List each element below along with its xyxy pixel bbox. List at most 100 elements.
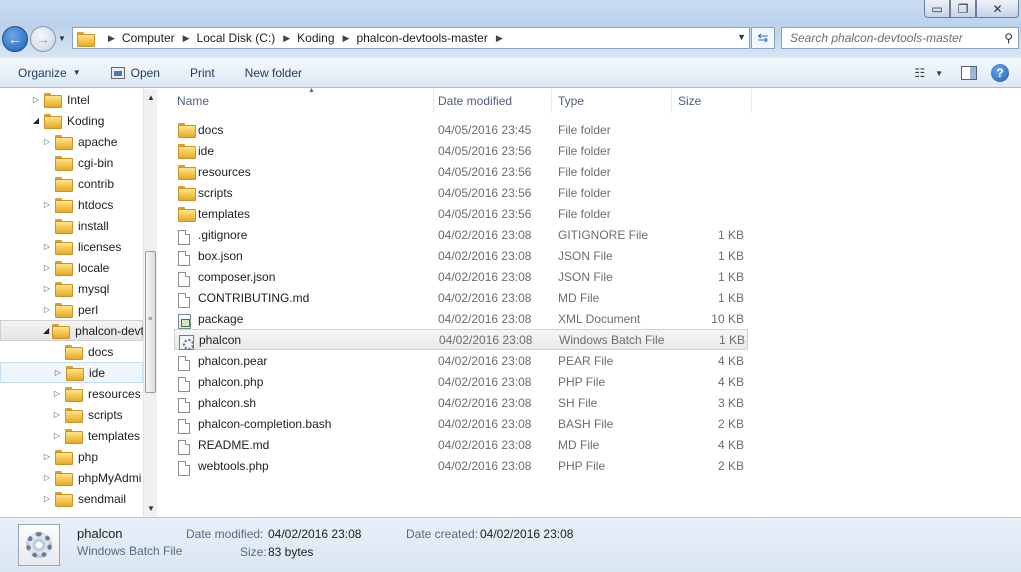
- file-row[interactable]: phalcon-completion.bash 04/02/2016 23:08 B…: [174, 413, 748, 434]
- file-row[interactable]: box.json 04/02/2016 23:08 JSON File 1 KB: [174, 245, 748, 266]
- breadcrumb-koding[interactable]: Koding: [297, 31, 334, 45]
- refresh-button[interactable]: ⇆: [751, 27, 775, 49]
- file-row[interactable]: docs 04/05/2016 23:45 File folder: [174, 119, 748, 140]
- recent-pages-dropdown[interactable]: ▼: [58, 34, 66, 43]
- tree-item[interactable]: ▷ licenses: [0, 236, 143, 257]
- new-folder-button[interactable]: New folder: [237, 61, 310, 85]
- expand-arrow-icon[interactable]: ▷: [31, 95, 41, 104]
- address-bar[interactable]: ▶ Computer ▶ Local Disk (C:) ▶ Koding ▶ …: [72, 27, 750, 49]
- tree-item[interactable]: ▷ resources: [0, 383, 143, 404]
- expanded-arrow-icon[interactable]: ◢: [31, 116, 41, 125]
- tree-item[interactable]: ▷ apache: [0, 131, 143, 152]
- breadcrumb-local-disk[interactable]: Local Disk (C:): [197, 31, 276, 45]
- expand-arrow-icon[interactable]: ▷: [42, 137, 52, 146]
- address-dropdown-icon[interactable]: ▼: [737, 32, 746, 42]
- tree-item[interactable]: ▷ phpMyAdmi: [0, 467, 143, 488]
- expand-arrow-icon[interactable]: ▷: [42, 452, 52, 461]
- file-row[interactable]: phalcon.sh 04/02/2016 23:08 SH File 3 KB: [174, 392, 748, 413]
- scroll-up-icon[interactable]: ▲: [147, 93, 155, 102]
- forward-button[interactable]: →: [30, 26, 56, 52]
- column-header-type[interactable]: Type: [550, 89, 672, 113]
- file-name: CONTRIBUTING.md: [198, 290, 310, 305]
- open-with-icon: [110, 66, 125, 79]
- view-options-dropdown[interactable]: ▼: [935, 69, 943, 78]
- expand-arrow-icon[interactable]: ▷: [42, 242, 52, 251]
- tree-scrollbar[interactable]: ▲ ≡ ▼: [143, 89, 157, 517]
- file-row[interactable]: CONTRIBUTING.md 04/02/2016 23:08 MD File 1 …: [174, 287, 748, 308]
- tree-item[interactable]: ▷ php: [0, 446, 143, 467]
- maximize-button[interactable]: ❐: [950, 0, 976, 18]
- open-button[interactable]: Open: [103, 61, 168, 85]
- expand-arrow-icon[interactable]: ▷: [42, 305, 52, 314]
- tree-item[interactable]: ◢ phalcon-devt: [0, 320, 144, 341]
- tree-item[interactable]: ▷ perl: [0, 299, 143, 320]
- file-row[interactable]: webtools.php 04/02/2016 23:08 PHP File 2 KB: [174, 455, 748, 476]
- organize-button[interactable]: Organize ▼: [10, 61, 89, 85]
- expand-arrow-icon[interactable]: ▷: [52, 410, 62, 419]
- folder-icon: [55, 450, 73, 465]
- file-row[interactable]: templates 04/05/2016 23:56 File folder: [174, 203, 748, 224]
- help-icon[interactable]: ?: [991, 64, 1009, 82]
- file-row[interactable]: phalcon.pear 04/02/2016 23:08 PEAR File 4 K…: [174, 350, 748, 371]
- folder-icon: [65, 408, 83, 423]
- search-input[interactable]: Search phalcon-devtools-master ⚲: [781, 27, 1019, 49]
- chevron-right-icon[interactable]: ▶: [343, 33, 350, 44]
- column-header-date-modified[interactable]: Date modified: [430, 89, 552, 113]
- tree-item[interactable]: ▷ htdocs: [0, 194, 143, 215]
- column-header-name[interactable]: Name ▲: [169, 87, 434, 113]
- tree-item[interactable]: cgi-bin: [0, 152, 143, 173]
- tree-item[interactable]: ▷ Intel: [0, 89, 143, 110]
- file-row[interactable]: ide 04/05/2016 23:56 File folder: [174, 140, 748, 161]
- chevron-right-icon[interactable]: ▶: [283, 33, 290, 44]
- title-bar: ▭ ❐ ✕ ← → ▼ ▶ Computer ▶ Local Disk (C:)…: [0, 0, 1021, 58]
- preview-pane-icon[interactable]: [961, 66, 977, 80]
- back-button[interactable]: ←: [2, 26, 28, 52]
- tree-item[interactable]: docs: [0, 341, 143, 362]
- breadcrumb-phalcon-devtools[interactable]: phalcon-devtools-master: [356, 31, 487, 45]
- scrollbar-thumb[interactable]: ≡: [145, 251, 156, 393]
- expand-arrow-icon[interactable]: ▷: [42, 200, 52, 209]
- chevron-right-icon[interactable]: ▶: [183, 33, 190, 44]
- tree-item[interactable]: contrib: [0, 173, 143, 194]
- file-row[interactable]: phalcon.php 04/02/2016 23:08 PHP File 4 KB: [174, 371, 748, 392]
- breadcrumb-computer[interactable]: Computer: [122, 31, 175, 45]
- xml-file-icon: [178, 314, 191, 329]
- tree-item[interactable]: ▷ scripts: [0, 404, 143, 425]
- chevron-right-icon[interactable]: ▶: [496, 33, 503, 44]
- expand-arrow-icon[interactable]: ▷: [42, 284, 52, 293]
- expand-arrow-icon[interactable]: ▷: [53, 368, 63, 377]
- close-button[interactable]: ✕: [976, 0, 1019, 18]
- file-row[interactable]: scripts 04/05/2016 23:56 File folder: [174, 182, 748, 203]
- column-header-size[interactable]: Size: [670, 89, 752, 113]
- navigation-pane: ▷ Intel ◢ Koding ▷ apache cgi-bin contrib ▷ htdoc…: [0, 89, 156, 517]
- file-list: Name ▲ Date modified Type Size docs 04/05/…: [157, 87, 1021, 517]
- tree-item[interactable]: ▷ mysql: [0, 278, 143, 299]
- file-row[interactable]: phalcon 04/02/2016 23:08 Windows Batch Fil…: [174, 329, 748, 350]
- chevron-right-icon[interactable]: ▶: [108, 33, 115, 44]
- expand-arrow-icon[interactable]: ▷: [42, 473, 52, 482]
- expand-arrow-icon[interactable]: ▷: [52, 431, 62, 440]
- file-row[interactable]: package 04/02/2016 23:08 XML Document 10 KB: [174, 308, 748, 329]
- file-row[interactable]: .gitignore 04/02/2016 23:08 GITIGNORE File…: [174, 224, 748, 245]
- print-button[interactable]: Print: [182, 61, 223, 85]
- tree-item[interactable]: ▷ ide: [0, 362, 143, 383]
- file-row[interactable]: composer.json 04/02/2016 23:08 JSON File 1 …: [174, 266, 748, 287]
- file-row[interactable]: README.md 04/02/2016 23:08 MD File 4 KB: [174, 434, 748, 455]
- tree-item[interactable]: ▷ templates: [0, 425, 143, 446]
- expand-arrow-icon[interactable]: ▷: [52, 389, 62, 398]
- expand-arrow-icon[interactable]: ▷: [42, 494, 52, 503]
- expanded-arrow-icon[interactable]: ◢: [43, 326, 49, 335]
- tree-item[interactable]: ▷ locale: [0, 257, 143, 278]
- file-date-modified: 04/02/2016 23:08: [438, 374, 532, 389]
- tree-item[interactable]: ▷ sendmail: [0, 488, 143, 509]
- file-row[interactable]: resources 04/05/2016 23:56 File folder: [174, 161, 748, 182]
- scroll-down-icon[interactable]: ▼: [147, 504, 155, 513]
- minimize-button[interactable]: ▭: [924, 0, 950, 18]
- tree-item[interactable]: ◢ Koding: [0, 110, 143, 131]
- change-view-icon[interactable]: ☷: [914, 66, 925, 80]
- tree-item[interactable]: install: [0, 215, 143, 236]
- expand-arrow-icon[interactable]: ▷: [42, 263, 52, 272]
- file-type: Windows Batch File: [559, 332, 665, 347]
- search-icon[interactable]: ⚲: [1004, 31, 1013, 45]
- window-controls: ▭ ❐ ✕: [924, 0, 1019, 18]
